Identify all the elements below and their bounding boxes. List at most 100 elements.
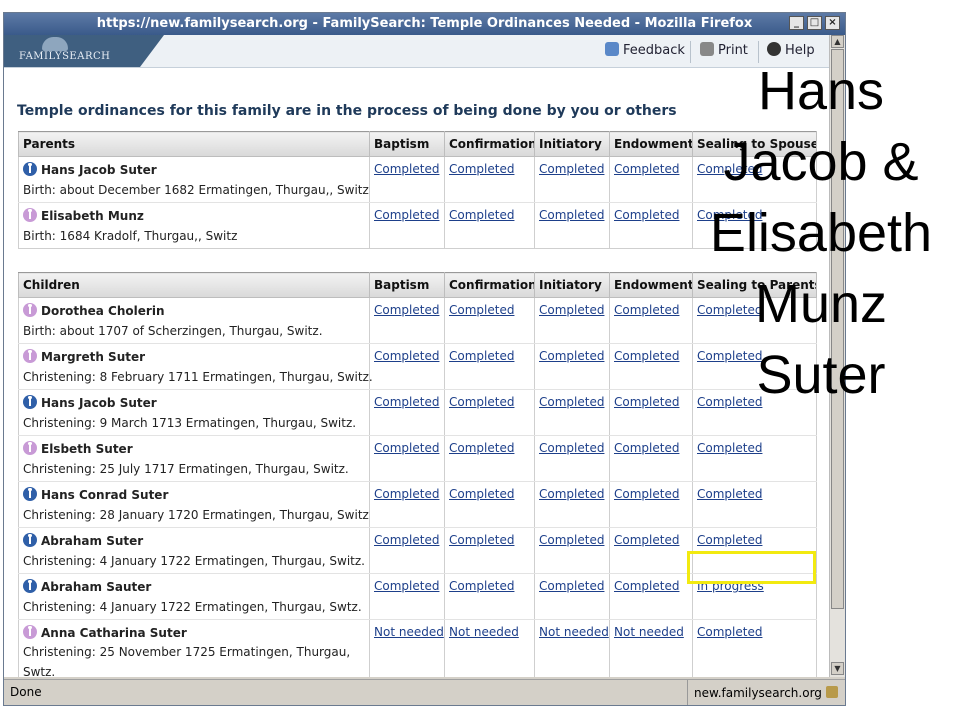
female-person-icon[interactable] <box>23 441 37 455</box>
person-event: Christening: 25 November 1725 Ermatingen… <box>23 645 351 677</box>
ordinance-link-endowment[interactable]: Completed <box>614 162 679 176</box>
ordinance-link-endowment[interactable]: Completed <box>614 349 679 363</box>
ordinance-link-confirmation[interactable]: Completed <box>449 395 514 409</box>
ordinance-link-confirmation[interactable]: Completed <box>449 208 514 222</box>
ordinance-link-sealing-to-parents[interactable]: Completed <box>697 487 762 501</box>
ordinance-cell: Completed <box>609 527 693 574</box>
ordinance-link-initiatory[interactable]: Completed <box>539 162 604 176</box>
person-cell: Elsbeth Suter Christening: 25 July 1717 E… <box>18 435 370 482</box>
male-person-icon[interactable] <box>23 395 37 409</box>
person-name: Elsbeth Suter <box>41 442 133 456</box>
ordinance-cell: Completed <box>534 343 610 390</box>
male-person-icon[interactable] <box>23 533 37 547</box>
ordinance-cell: Completed <box>692 435 817 482</box>
overlay-line: Hans <box>757 61 885 121</box>
ordinance-link-baptism[interactable]: Completed <box>374 533 439 547</box>
feedback-icon <box>605 42 619 56</box>
ordinance-link-initiatory[interactable]: Not needed <box>539 625 609 639</box>
person-cell: Elisabeth Munz Birth: 1684 Kradolf, Thurg… <box>18 202 370 249</box>
ordinance-link-initiatory[interactable]: Completed <box>539 208 604 222</box>
logo-text: FAMILYSEARCH <box>19 51 111 62</box>
column-header-confirmation: Confirmation <box>444 272 535 298</box>
female-person-icon[interactable] <box>23 349 37 363</box>
female-person-icon[interactable] <box>23 303 37 317</box>
scroll-down-icon[interactable]: ▼ <box>831 662 844 675</box>
ordinance-link-initiatory[interactable]: Completed <box>539 303 604 317</box>
person-name: Elisabeth Munz <box>41 209 144 223</box>
overlay-line: Jacob & <box>723 132 919 192</box>
ordinance-cell: Not needed <box>444 619 535 677</box>
ordinance-link-endowment[interactable]: Completed <box>614 487 679 501</box>
male-person-icon[interactable] <box>23 579 37 593</box>
window-titlebar[interactable]: https://new.familysearch.org - FamilySea… <box>4 13 845 35</box>
column-header-endowment: Endowment <box>609 131 693 157</box>
column-header-endowment: Endowment <box>609 272 693 298</box>
ordinance-cell: Completed <box>534 481 610 528</box>
table-row: Elsbeth Suter Christening: 25 July 1717 E… <box>18 435 817 482</box>
ordinance-link-endowment[interactable]: Completed <box>614 441 679 455</box>
ordinance-link-initiatory[interactable]: Completed <box>539 349 604 363</box>
ordinance-link-baptism[interactable]: Not needed <box>374 625 444 639</box>
maximize-icon[interactable]: □ <box>807 16 822 30</box>
window-title: https://new.familysearch.org - FamilySea… <box>96 16 753 31</box>
ordinance-cell: Completed <box>369 343 445 390</box>
ordinance-link-endowment[interactable]: Completed <box>614 208 679 222</box>
female-person-icon[interactable] <box>23 625 37 639</box>
column-header-baptism: Baptism <box>369 272 445 298</box>
ordinance-link-endowment[interactable]: Completed <box>614 579 679 593</box>
highlight-box <box>687 551 816 584</box>
male-person-icon[interactable] <box>23 162 37 176</box>
ordinance-link-endowment[interactable]: Completed <box>614 303 679 317</box>
ordinance-link-initiatory[interactable]: Completed <box>539 579 604 593</box>
male-person-icon[interactable] <box>23 487 37 501</box>
ordinance-link-sealing-to-parents[interactable]: Completed <box>697 441 762 455</box>
ordinance-link-initiatory[interactable]: Completed <box>539 533 604 547</box>
person-name: Dorothea Cholerin <box>41 304 165 318</box>
ordinance-link-baptism[interactable]: Completed <box>374 303 439 317</box>
ordinance-link-confirmation[interactable]: Completed <box>449 349 514 363</box>
tree-icon <box>42 37 68 51</box>
person-cell: Abraham Suter Christening: 4 January 1722… <box>18 527 370 574</box>
ordinance-link-confirmation[interactable]: Completed <box>449 441 514 455</box>
ordinance-link-confirmation[interactable]: Completed <box>449 303 514 317</box>
ordinance-link-baptism[interactable]: Completed <box>374 579 439 593</box>
ordinance-link-endowment[interactable]: Completed <box>614 395 679 409</box>
ordinance-link-baptism[interactable]: Completed <box>374 441 439 455</box>
ordinance-link-endowment[interactable]: Not needed <box>614 625 684 639</box>
person-event: Christening: 9 March 1713 Ermatingen, Th… <box>23 416 357 430</box>
ordinance-link-confirmation[interactable]: Completed <box>449 579 514 593</box>
minimize-icon[interactable]: _ <box>789 16 804 30</box>
column-header-children: Children <box>18 272 370 298</box>
printer-icon <box>700 42 714 56</box>
ordinance-link-confirmation[interactable]: Completed <box>449 162 514 176</box>
feedback-link[interactable]: Feedback <box>605 35 685 67</box>
ordinance-link-baptism[interactable]: Completed <box>374 395 439 409</box>
female-person-icon[interactable] <box>23 208 37 222</box>
person-name: Abraham Sauter <box>41 580 152 594</box>
ordinance-cell: Completed <box>369 481 445 528</box>
person-cell: Margreth Suter Christening: 8 February 17… <box>18 343 373 390</box>
ordinance-link-baptism[interactable]: Completed <box>374 208 439 222</box>
ordinance-link-baptism[interactable]: Completed <box>374 349 439 363</box>
familysearch-logo[interactable]: FAMILYSEARCH <box>4 35 164 67</box>
scroll-up-icon[interactable]: ▲ <box>831 35 844 48</box>
help-icon <box>767 42 781 56</box>
ordinance-link-confirmation[interactable]: Completed <box>449 487 514 501</box>
ordinance-link-endowment[interactable]: Completed <box>614 533 679 547</box>
ordinance-link-initiatory[interactable]: Completed <box>539 441 604 455</box>
ordinance-link-confirmation[interactable]: Completed <box>449 533 514 547</box>
ordinance-link-sealing-to-parents[interactable]: Completed <box>697 533 762 547</box>
ordinance-cell: Not needed <box>534 619 610 677</box>
ordinance-link-confirmation[interactable]: Not needed <box>449 625 519 639</box>
close-icon[interactable]: × <box>825 16 840 30</box>
ordinance-cell: Completed <box>444 481 535 528</box>
person-name: Hans Jacob Suter <box>41 163 157 177</box>
ordinance-link-initiatory[interactable]: Completed <box>539 395 604 409</box>
overlay-line: Suter <box>756 345 886 405</box>
ordinance-link-baptism[interactable]: Completed <box>374 487 439 501</box>
lock-icon[interactable] <box>826 686 838 698</box>
ordinance-link-initiatory[interactable]: Completed <box>539 487 604 501</box>
ordinance-link-sealing-to-parents[interactable]: Completed <box>697 625 762 639</box>
ordinance-link-baptism[interactable]: Completed <box>374 162 439 176</box>
ordinance-cell: Completed <box>369 527 445 574</box>
